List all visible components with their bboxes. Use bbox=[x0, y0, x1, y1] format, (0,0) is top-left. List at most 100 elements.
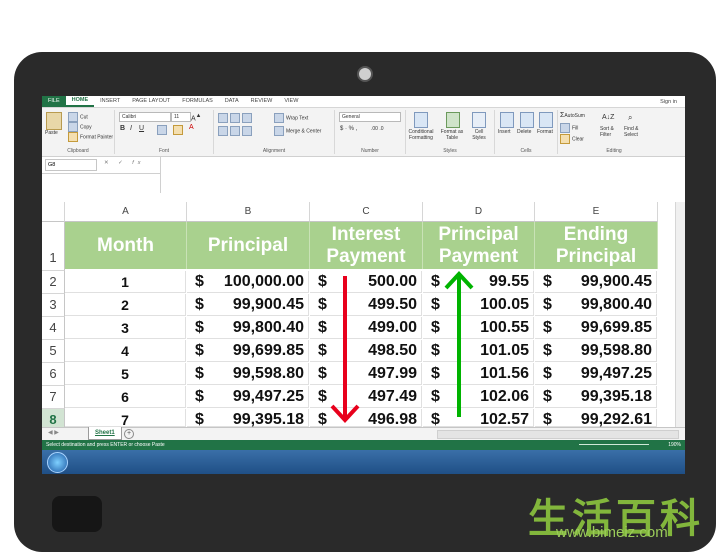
tab-view[interactable]: VIEW bbox=[278, 96, 304, 107]
formula-controls[interactable]: ✕ ✓ fx bbox=[104, 160, 145, 166]
header-month[interactable]: Month bbox=[65, 222, 187, 269]
column-header-e[interactable]: E bbox=[535, 202, 658, 222]
delete-button[interactable]: Delete bbox=[517, 129, 531, 135]
format-as-table-button[interactable]: Format as Table bbox=[438, 129, 466, 141]
decimal-buttons[interactable]: .00 .0 bbox=[371, 126, 384, 132]
zoom-level[interactable]: 190% bbox=[668, 440, 681, 450]
cell-interest[interactable]: $498.50 bbox=[310, 340, 422, 362]
tab-page-layout[interactable]: PAGE LAYOUT bbox=[126, 96, 176, 107]
tab-data[interactable]: DATA bbox=[219, 96, 245, 107]
windows-start-icon[interactable] bbox=[47, 452, 68, 473]
tab-file[interactable]: FILE bbox=[42, 96, 66, 107]
column-header-a[interactable]: A bbox=[65, 202, 187, 222]
header-ending-principal[interactable]: Ending Principal bbox=[535, 222, 658, 269]
format-painter-button[interactable]: Format Painter bbox=[68, 132, 113, 142]
cell-month[interactable]: 6 bbox=[65, 386, 186, 408]
cell-principal[interactable]: $99,395.18 bbox=[187, 409, 309, 428]
cell-principal[interactable]: $99,598.80 bbox=[187, 363, 309, 385]
bold-button[interactable]: B bbox=[120, 125, 125, 132]
wrap-text-button[interactable]: Wrap Text bbox=[274, 113, 308, 123]
cell-pp[interactable]: $100.05 bbox=[423, 294, 534, 316]
horizontal-scrollbar[interactable] bbox=[437, 430, 679, 439]
cell-interest[interactable]: $496.98 bbox=[310, 409, 422, 428]
cell-pp[interactable]: $102.06 bbox=[423, 386, 534, 408]
cell-ending[interactable]: $99,900.45 bbox=[535, 271, 657, 293]
cell-interest[interactable]: $497.99 bbox=[310, 363, 422, 385]
column-header-c[interactable]: C bbox=[310, 202, 423, 222]
underline-button[interactable]: U bbox=[139, 125, 144, 132]
column-header-d[interactable]: D bbox=[423, 202, 535, 222]
font-color-button[interactable]: A bbox=[189, 124, 194, 131]
sign-in-link[interactable]: Sign in bbox=[660, 99, 685, 105]
row-header-1[interactable]: 1 bbox=[42, 222, 65, 271]
cell-ending[interactable]: $99,598.80 bbox=[535, 340, 657, 362]
format-button[interactable]: Format bbox=[537, 129, 553, 135]
cell-ending[interactable]: $99,497.25 bbox=[535, 363, 657, 385]
name-box[interactable]: G8 bbox=[45, 159, 97, 171]
row-header-7[interactable]: 7 bbox=[42, 386, 65, 409]
cell-month[interactable]: 4 bbox=[65, 340, 186, 362]
italic-button[interactable]: I bbox=[130, 125, 132, 132]
sheet-nav-arrows[interactable]: ◀ ▶ bbox=[48, 429, 59, 436]
cell-pp[interactable]: $102.57 bbox=[423, 409, 534, 428]
formula-input[interactable] bbox=[160, 157, 685, 193]
tab-insert[interactable]: INSERT bbox=[94, 96, 126, 107]
cell-ending[interactable]: $99,699.85 bbox=[535, 317, 657, 339]
number-format-select[interactable]: General bbox=[339, 112, 401, 122]
cell-month[interactable]: 1 bbox=[65, 271, 186, 293]
tab-formulas[interactable]: FORMULAS bbox=[176, 96, 219, 107]
grow-font-button[interactable]: A▲ bbox=[191, 113, 201, 122]
select-all-corner[interactable] bbox=[42, 202, 65, 222]
cell-principal[interactable]: $99,699.85 bbox=[187, 340, 309, 362]
add-sheet-button[interactable]: + bbox=[124, 429, 134, 439]
insert-button[interactable]: Insert bbox=[498, 129, 511, 135]
cell-principal[interactable]: $99,497.25 bbox=[187, 386, 309, 408]
cell-principal[interactable]: $99,800.40 bbox=[187, 317, 309, 339]
fill-color-button[interactable] bbox=[173, 125, 185, 135]
align-left-button[interactable] bbox=[218, 126, 254, 136]
copy-button[interactable]: Copy bbox=[68, 122, 92, 132]
header-principal-payment[interactable]: Principal Payment bbox=[423, 222, 535, 269]
cell-month[interactable]: 7 bbox=[65, 409, 186, 428]
conditional-formatting-button[interactable]: Conditional Formatting bbox=[407, 129, 435, 141]
cell-ending[interactable]: $99,395.18 bbox=[535, 386, 657, 408]
header-principal[interactable]: Principal bbox=[187, 222, 310, 269]
cell-interest[interactable]: $499.50 bbox=[310, 294, 422, 316]
tab-home[interactable]: HOME bbox=[65, 96, 95, 107]
row-header-2[interactable]: 2 bbox=[42, 271, 65, 294]
cell-pp[interactable]: $101.05 bbox=[423, 340, 534, 362]
align-top-button[interactable] bbox=[218, 113, 254, 123]
cell-pp[interactable]: $100.55 bbox=[423, 317, 534, 339]
row-header-8[interactable]: 8 bbox=[42, 409, 65, 428]
font-family-select[interactable]: Calibri bbox=[119, 112, 171, 122]
row-header-6[interactable]: 6 bbox=[42, 363, 65, 386]
tab-review[interactable]: REVIEW bbox=[245, 96, 279, 107]
borders-button[interactable] bbox=[157, 125, 169, 135]
cell-month[interactable]: 3 bbox=[65, 317, 186, 339]
cell-interest[interactable]: $497.49 bbox=[310, 386, 422, 408]
zoom-slider[interactable] bbox=[579, 444, 649, 445]
cell-principal[interactable]: $100,000.00 bbox=[187, 271, 309, 293]
row-header-3[interactable]: 3 bbox=[42, 294, 65, 317]
sort-filter-button[interactable]: Sort & Filter bbox=[600, 126, 622, 138]
header-interest-payment[interactable]: Interest Payment bbox=[310, 222, 423, 269]
cell-ending[interactable]: $99,800.40 bbox=[535, 294, 657, 316]
fill-button[interactable]: Fill bbox=[560, 123, 578, 133]
cut-button[interactable]: Cut bbox=[68, 112, 88, 122]
paste-button[interactable]: Paste bbox=[45, 130, 58, 136]
autosum-button[interactable]: ΣAutoSum bbox=[560, 112, 585, 119]
cell-interest[interactable]: $499.00 bbox=[310, 317, 422, 339]
merge-center-button[interactable]: Merge & Center bbox=[274, 126, 321, 136]
cell-month[interactable]: 5 bbox=[65, 363, 186, 385]
vertical-scrollbar[interactable] bbox=[675, 202, 685, 427]
cell-styles-button[interactable]: Cell Styles bbox=[468, 129, 490, 141]
row-header-4[interactable]: 4 bbox=[42, 317, 65, 340]
font-size-select[interactable]: 11 bbox=[171, 112, 191, 122]
cell-ending[interactable]: $99,292.61 bbox=[535, 409, 657, 428]
cell-pp[interactable]: $99.55 bbox=[423, 271, 534, 293]
column-header-b[interactable]: B bbox=[187, 202, 310, 222]
cell-interest[interactable]: $500.00 bbox=[310, 271, 422, 293]
cell-month[interactable]: 2 bbox=[65, 294, 186, 316]
cell-pp[interactable]: $101.56 bbox=[423, 363, 534, 385]
clear-button[interactable]: Clear bbox=[560, 134, 584, 144]
